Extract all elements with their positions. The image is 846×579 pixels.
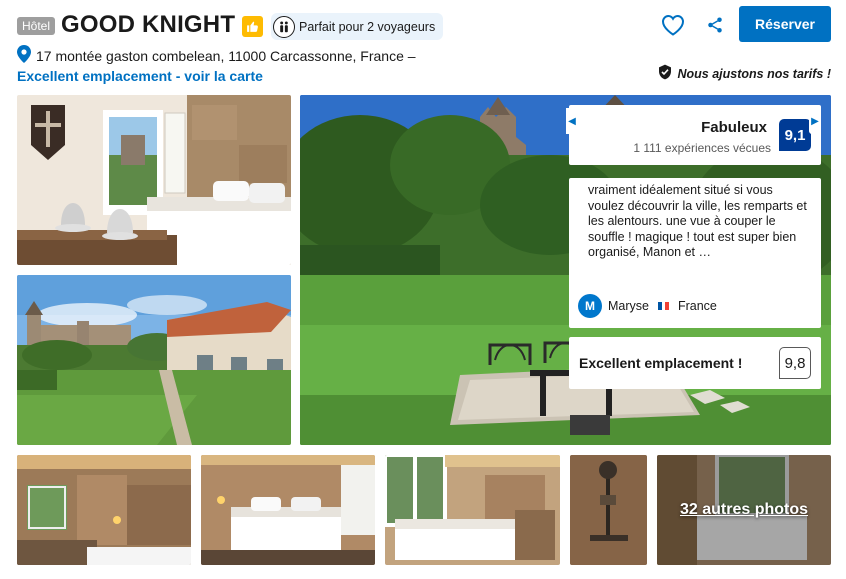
price-match-notice: Nous ajustons nos tarifs ! [657, 64, 832, 83]
more-photos-link[interactable]: 32 autres photos [657, 455, 831, 565]
chevron-left-icon[interactable]: ◀ [566, 108, 578, 134]
location-score-label: Excellent emplacement ! [579, 355, 743, 371]
guest-quote-text: vraiment idéalement situé si vous voulez… [588, 183, 807, 259]
property-type-badge: Hôtel [17, 17, 56, 35]
travellers-tag-label: Parfait pour 2 voyageurs [299, 19, 436, 34]
guest-quote-card: vraiment idéalement situé si vous voulez… [569, 178, 821, 328]
thumbnail-photo[interactable] [201, 455, 375, 565]
location-score-card[interactable]: Excellent emplacement ! 9,8 [569, 337, 821, 389]
address-text: 17 montée gaston combelean, 11000 Carcas… [36, 47, 416, 64]
photo-bedroom-window[interactable] [17, 95, 291, 265]
review-score-badge: 9,1 [779, 119, 811, 151]
address-row: 17 montée gaston combelean, 11000 Carcas… [17, 45, 416, 66]
show-map-link[interactable]: Excellent emplacement - voir la carte [17, 68, 263, 84]
heart-icon[interactable] [660, 12, 686, 38]
hotel-name: GOOD KNIGHT [61, 11, 236, 38]
score-word: Fabuleux [701, 119, 767, 136]
thumbnail-photo[interactable] [17, 455, 191, 565]
share-icon[interactable] [702, 12, 728, 38]
thumbnail-photo[interactable] [570, 455, 647, 565]
flag-icon [657, 302, 669, 310]
reserve-button[interactable]: Réserver [739, 6, 831, 42]
author-name: Maryse [608, 299, 649, 313]
photo-garden-ramparts[interactable] [17, 275, 291, 445]
price-shield-icon [657, 64, 673, 83]
travellers-tag: Parfait pour 2 voyageurs [271, 13, 444, 40]
property-header: Hôtel GOOD KNIGHT Parfait pour 2 voyageu… [0, 0, 846, 92]
review-score-card[interactable]: Fabuleux 1 111 expériences vécues 9,1 [569, 105, 821, 165]
price-match-text: Nous ajustons nos tarifs ! [677, 66, 832, 81]
avatar: M [578, 294, 602, 318]
map-pin-icon [17, 45, 31, 66]
location-score-badge: 9,8 [779, 347, 811, 379]
author-country: France [677, 299, 717, 313]
travellers-icon [273, 15, 295, 38]
thumbs-up-icon [242, 16, 263, 37]
guest-quote-author: M Maryse France [578, 294, 717, 318]
review-count: 1 111 expériences vécues [633, 141, 771, 155]
thumbnail-photo[interactable] [385, 455, 560, 565]
chevron-right-icon[interactable]: ▶ [809, 108, 821, 134]
